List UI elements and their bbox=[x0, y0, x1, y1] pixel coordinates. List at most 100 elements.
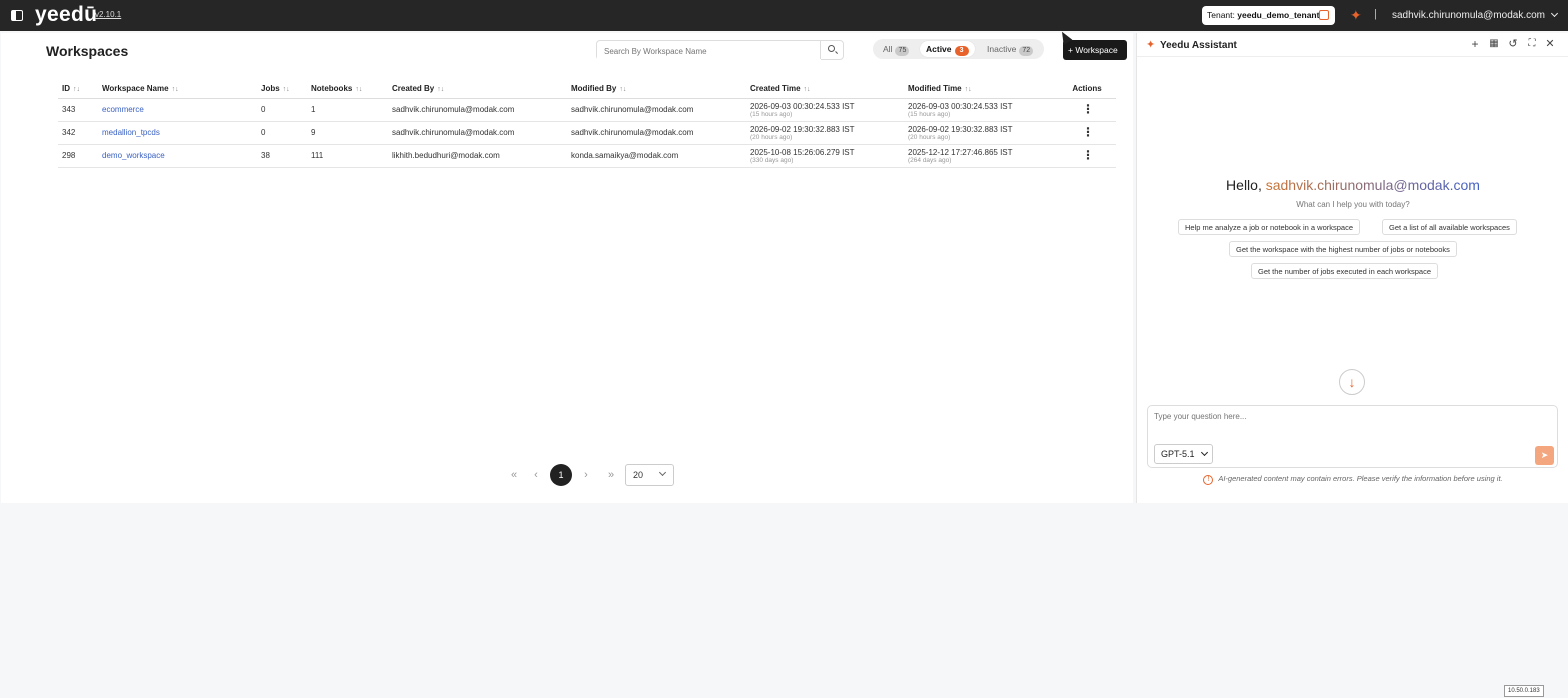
kebab-menu-icon[interactable]: ⋮ bbox=[1082, 126, 1094, 138]
kebab-menu-icon[interactable]: ⋮ bbox=[1082, 149, 1094, 161]
new-chat-icon[interactable]: + bbox=[1469, 38, 1481, 50]
history-icon[interactable]: ↺ bbox=[1507, 38, 1519, 50]
filter-all[interactable]: All 75 bbox=[877, 41, 915, 57]
greeting-hello: Hello, bbox=[1226, 177, 1266, 193]
cell-id: 342 bbox=[58, 121, 98, 145]
ip-address: 10.50.0.183 bbox=[1504, 685, 1544, 697]
divider: | bbox=[1374, 8, 1377, 20]
filter-all-count: 75 bbox=[895, 46, 910, 56]
sort-icon[interactable]: ↑↓ bbox=[619, 86, 626, 93]
table-row: 298 demo_workspace 38 111 likhith.bedudh… bbox=[58, 144, 1116, 168]
sparkle-icon: ✦ bbox=[1146, 39, 1156, 51]
cell-created-by: likhith.bedudhuri@modak.com bbox=[388, 144, 567, 168]
first-page-button[interactable]: « bbox=[505, 463, 523, 487]
chevron-down-icon bbox=[1200, 448, 1208, 457]
assistant-panel: ✦ Yeedu Assistant + ▦ ↺ ⛶ ✕ Hello, sadhv… bbox=[1136, 33, 1568, 503]
row-actions: ⋮ bbox=[1058, 121, 1116, 145]
column-header-notebooks[interactable]: Notebooks ↑↓ bbox=[307, 80, 388, 99]
cell-modified-by: sadhvik.chirunomula@modak.com bbox=[567, 98, 746, 122]
assistant-header: ✦ Yeedu Assistant + ▦ ↺ ⛶ ✕ bbox=[1137, 33, 1568, 57]
sparkle-icon[interactable]: ✦ bbox=[1350, 7, 1362, 24]
table-header-row: ID ↑↓ Workspace Name ↑↓ Jobs ↑↓ Notebooks ↑↓… bbox=[58, 80, 1116, 99]
row-actions: ⋮ bbox=[1058, 98, 1116, 122]
sort-icon[interactable]: ↑↓ bbox=[804, 86, 811, 93]
column-header-workspace-name[interactable]: Workspace Name ↑↓ bbox=[98, 80, 257, 99]
column-header-jobs[interactable]: Jobs ↑↓ bbox=[257, 80, 307, 99]
suggestion-chip[interactable]: Help me analyze a job or notebook in a w… bbox=[1178, 219, 1361, 235]
send-button[interactable]: ➤ bbox=[1535, 446, 1554, 465]
cell-created-time: 2026-09-02 19:30:32.883 IST (20 hours ago… bbox=[746, 121, 904, 145]
model-select[interactable]: GPT-5.1 bbox=[1154, 444, 1213, 464]
column-header-modified-time[interactable]: Modified Time ↑↓ bbox=[904, 80, 1058, 99]
tenant-selector[interactable]: Tenant: yeedu_demo_tenant bbox=[1202, 6, 1335, 25]
tenant-value: yeedu_demo_tenant bbox=[1237, 10, 1320, 20]
search-input[interactable] bbox=[597, 42, 821, 61]
cell-created-by: sadhvik.chirunomula@modak.com bbox=[388, 121, 567, 145]
filter-all-label: All bbox=[883, 44, 893, 54]
workspace-link[interactable]: ecommerce bbox=[98, 98, 257, 122]
yeedu-logo[interactable]: yeedū bbox=[35, 3, 97, 27]
table-icon[interactable]: ▦ bbox=[1488, 38, 1500, 50]
chevron-down-icon bbox=[1550, 9, 1559, 18]
cell-modified-by: sadhvik.chirunomula@modak.com bbox=[567, 121, 746, 145]
current-page[interactable]: 1 bbox=[550, 464, 572, 486]
scroll-down-arrow-icon[interactable]: ↓ bbox=[1339, 369, 1365, 395]
sidebar-toggle-icon[interactable] bbox=[11, 10, 23, 21]
user-email: sadhvik.chirunomula@modak.com bbox=[1392, 10, 1545, 21]
suggestion-chip[interactable]: Get a list of all available workspaces bbox=[1382, 219, 1517, 235]
column-header-id[interactable]: ID ↑↓ bbox=[58, 80, 98, 99]
filter-active[interactable]: Active 3 bbox=[920, 41, 975, 57]
assistant-title: Yeedu Assistant bbox=[1160, 40, 1237, 51]
suggestion-chip[interactable]: Get the workspace with the highest numbe… bbox=[1229, 241, 1457, 257]
cell-jobs: 0 bbox=[257, 121, 307, 145]
search-box bbox=[596, 40, 844, 61]
filter-inactive-label: Inactive bbox=[987, 44, 1017, 54]
search-button[interactable] bbox=[820, 41, 843, 59]
expand-icon[interactable]: ⛶ bbox=[1526, 38, 1538, 50]
sort-icon[interactable]: ↑↓ bbox=[965, 86, 972, 93]
send-icon: ➤ bbox=[1540, 450, 1549, 460]
next-page-button[interactable]: › bbox=[577, 463, 595, 487]
workspaces-table: ID ↑↓ Workspace Name ↑↓ Jobs ↑↓ Notebooks ↑↓… bbox=[58, 80, 1116, 168]
sort-icon[interactable]: ↑↓ bbox=[437, 86, 444, 93]
filter-inactive-count: 72 bbox=[1019, 46, 1034, 56]
filter-active-label: Active bbox=[926, 44, 952, 54]
status-filter: All 75 Active 3 Inactive 72 bbox=[873, 39, 1044, 59]
sort-icon[interactable]: ↑↓ bbox=[73, 86, 80, 93]
cell-modified-time: 2026-09-03 00:30:24.533 IST (15 hours ago… bbox=[904, 98, 1058, 122]
sort-icon[interactable]: ↑↓ bbox=[355, 86, 362, 93]
page-size-select[interactable]: 20 bbox=[625, 464, 674, 486]
page-title: Workspaces bbox=[46, 43, 129, 59]
user-menu[interactable]: sadhvik.chirunomula@modak.com bbox=[1392, 9, 1559, 21]
column-header-modified-by[interactable]: Modified By ↑↓ bbox=[567, 80, 746, 99]
column-header-created-time[interactable]: Created Time ↑↓ bbox=[746, 80, 904, 99]
cell-modified-by: konda.samaikya@modak.com bbox=[567, 144, 746, 168]
cell-jobs: 0 bbox=[257, 98, 307, 122]
greeting-email: sadhvik.chirunomula@modak.com bbox=[1265, 177, 1480, 193]
sort-icon[interactable]: ↑↓ bbox=[283, 86, 290, 93]
suggestion-chip[interactable]: Get the number of jobs executed in each … bbox=[1251, 263, 1439, 279]
column-header-actions: Actions bbox=[1058, 80, 1116, 99]
workspace-link[interactable]: demo_workspace bbox=[98, 144, 257, 168]
table-row: 343 ecommerce 0 1 sadhvik.chirunomula@mo… bbox=[58, 98, 1116, 122]
workspace-link[interactable]: medallion_tpcds bbox=[98, 121, 257, 145]
version-link[interactable]: v2.10.1 bbox=[95, 10, 121, 19]
filter-inactive[interactable]: Inactive 72 bbox=[981, 41, 1039, 57]
sort-icon[interactable]: ↑↓ bbox=[172, 86, 179, 93]
last-page-button[interactable]: » bbox=[602, 463, 620, 487]
kebab-menu-icon[interactable]: ⋮ bbox=[1082, 103, 1094, 115]
prev-page-button[interactable]: ‹ bbox=[527, 463, 545, 487]
disclaimer-text: AI-generated content may contain errors.… bbox=[1218, 474, 1503, 483]
column-header-created-by[interactable]: Created By ↑↓ bbox=[388, 80, 567, 99]
question-input[interactable] bbox=[1154, 412, 1534, 432]
add-workspace-button[interactable]: + Workspace bbox=[1063, 40, 1127, 60]
cell-modified-time: 2026-09-02 19:30:32.883 IST (20 hours ago… bbox=[904, 121, 1058, 145]
model-value: GPT-5.1 bbox=[1161, 449, 1195, 459]
cell-id: 298 bbox=[58, 144, 98, 168]
external-link-icon[interactable] bbox=[1319, 10, 1329, 20]
info-icon: ! bbox=[1203, 475, 1214, 485]
top-bar: yeedū v2.10.1 Tenant: yeedu_demo_tenant … bbox=[0, 0, 1568, 31]
cell-notebooks: 9 bbox=[307, 121, 388, 145]
cell-created-time: 2026-09-03 00:30:24.533 IST (15 hours ago… bbox=[746, 98, 904, 122]
close-icon[interactable]: ✕ bbox=[1544, 38, 1556, 50]
